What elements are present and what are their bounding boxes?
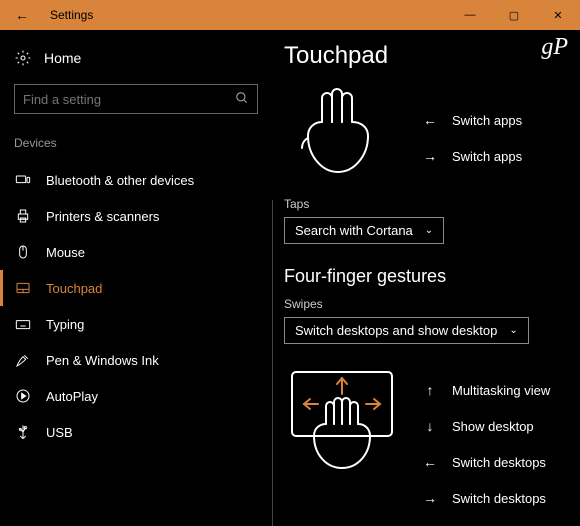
- sidebar-item-label: Touchpad: [46, 281, 102, 296]
- swipes-dropdown[interactable]: Switch desktops and show desktop ⌄: [284, 317, 529, 344]
- gesture-up-label: Multitasking view: [452, 383, 550, 398]
- watermark: gP: [541, 34, 568, 61]
- pen-icon: [14, 352, 32, 368]
- swipe-left-label: Switch apps: [452, 113, 522, 128]
- sidebar-item-touchpad[interactable]: Touchpad: [0, 270, 272, 306]
- section-header: Devices: [0, 130, 272, 156]
- gesture-down-row: ↓ Show desktop: [422, 418, 534, 434]
- arrow-right-icon: →: [422, 148, 438, 164]
- four-finger-heading: Four-finger gestures: [284, 266, 580, 287]
- sidebar-item-typing[interactable]: Typing: [0, 306, 272, 342]
- home-button[interactable]: Home: [0, 44, 272, 78]
- touchpad-icon: [14, 280, 32, 296]
- arrow-left-icon: ←: [15, 7, 29, 23]
- swipe-right-label: Switch apps: [452, 149, 522, 164]
- window-controls: — ▢ ✕: [448, 0, 580, 30]
- main-panel: Touchpad ← Switch apps → Switch apps Tap…: [272, 30, 580, 526]
- back-button[interactable]: ←: [0, 0, 44, 30]
- taps-dropdown[interactable]: Search with Cortana ⌄: [284, 217, 444, 244]
- titlebar: ← Settings — ▢ ✕: [0, 0, 580, 30]
- sidebar-item-label: AutoPlay: [46, 389, 98, 404]
- arrow-right-icon: →: [422, 490, 438, 506]
- sidebar-item-label: USB: [46, 425, 73, 440]
- sidebar-item-autoplay[interactable]: AutoPlay: [0, 378, 272, 414]
- mouse-icon: [14, 244, 32, 260]
- printer-icon: [14, 208, 32, 224]
- swipes-label: Swipes: [284, 297, 580, 311]
- usb-icon: [14, 424, 32, 440]
- sidebar-item-usb[interactable]: USB: [0, 414, 272, 450]
- sidebar-item-label: Pen & Windows Ink: [46, 353, 159, 368]
- sidebar-item-pen[interactable]: Pen & Windows Ink: [0, 342, 272, 378]
- gesture-right-row: → Switch desktops: [422, 490, 546, 506]
- autoplay-icon: [14, 388, 32, 404]
- sidebar-item-printers[interactable]: Printers & scanners: [0, 198, 272, 234]
- swipe-right-row: → Switch apps: [422, 148, 522, 164]
- arrow-down-icon: ↓: [422, 418, 438, 434]
- swipe-left-row: ← Switch apps: [422, 112, 522, 128]
- four-finger-touchpad-icon: [284, 358, 414, 488]
- home-label: Home: [44, 50, 81, 66]
- devices-icon: [14, 172, 32, 188]
- three-finger-hand-icon: [294, 82, 384, 182]
- keyboard-icon: [14, 316, 32, 332]
- sidebar-item-label: Typing: [46, 317, 84, 332]
- gesture-left-row: ← Switch desktops: [422, 454, 546, 470]
- search-input[interactable]: [14, 84, 258, 114]
- gesture-down-label: Show desktop: [452, 419, 534, 434]
- maximize-icon: ▢: [509, 9, 519, 22]
- taps-label: Taps: [284, 197, 580, 211]
- sidebar-item-label: Bluetooth & other devices: [46, 173, 194, 188]
- search-icon: [235, 91, 249, 108]
- close-button[interactable]: ✕: [536, 0, 580, 30]
- chevron-down-icon: ⌄: [425, 225, 433, 236]
- gesture-left-label: Switch desktops: [452, 455, 546, 470]
- minimize-icon: —: [465, 9, 476, 21]
- page-title: Touchpad: [284, 42, 580, 70]
- gear-icon: [14, 50, 32, 66]
- window-title: Settings: [44, 8, 93, 22]
- minimize-button[interactable]: —: [448, 0, 492, 30]
- chevron-down-icon: ⌄: [509, 325, 517, 336]
- sidebar-item-mouse[interactable]: Mouse: [0, 234, 272, 270]
- arrow-up-icon: ↑: [422, 382, 438, 398]
- gesture-right-label: Switch desktops: [452, 491, 546, 506]
- divider: [272, 200, 273, 526]
- sidebar: Home Devices Bluetooth & other devices P…: [0, 30, 272, 526]
- maximize-button[interactable]: ▢: [492, 0, 536, 30]
- swipes-dropdown-value: Switch desktops and show desktop: [295, 323, 497, 338]
- gesture-up-row: ↑ Multitasking view: [422, 382, 550, 398]
- sidebar-item-bluetooth[interactable]: Bluetooth & other devices: [0, 162, 272, 198]
- sidebar-item-label: Printers & scanners: [46, 209, 159, 224]
- arrow-left-icon: ←: [422, 112, 438, 128]
- sidebar-item-label: Mouse: [46, 245, 85, 260]
- close-icon: ✕: [553, 9, 562, 22]
- search-field[interactable]: [23, 92, 235, 107]
- taps-dropdown-value: Search with Cortana: [295, 223, 413, 238]
- arrow-left-icon: ←: [422, 454, 438, 470]
